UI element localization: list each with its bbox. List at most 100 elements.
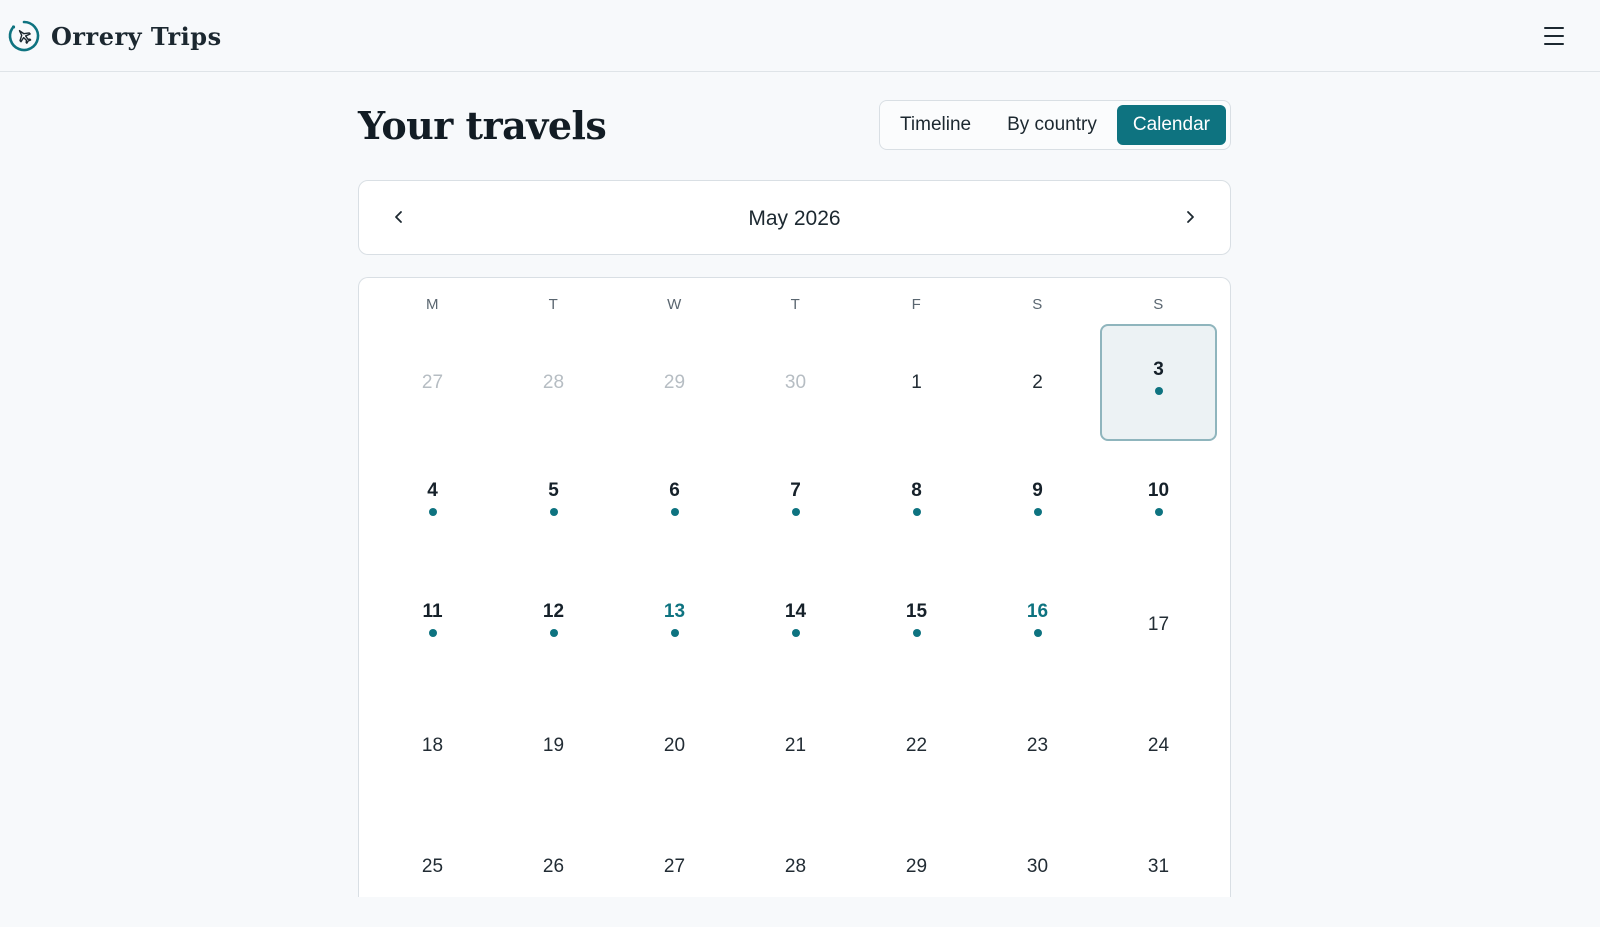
calendar-day[interactable]: 29 [616, 324, 733, 441]
calendar-day[interactable]: 22 [858, 687, 975, 804]
trip-indicator-dot [549, 507, 558, 516]
day-number: 12 [542, 600, 565, 622]
calendar-day[interactable]: 10 [1100, 445, 1217, 562]
day-number: 21 [784, 734, 807, 756]
day-number: 27 [421, 371, 444, 393]
day-number: 3 [1153, 358, 1164, 380]
weekday-label: S [1153, 295, 1164, 313]
day-number: 14 [784, 600, 807, 622]
day-number: 6 [669, 479, 680, 501]
calendar-day[interactable]: 14 [737, 566, 854, 683]
day-number: 1 [911, 371, 922, 393]
day-number: 26 [542, 855, 565, 877]
calendar-day[interactable]: 19 [495, 687, 612, 804]
calendar-day[interactable]: 27 [374, 324, 491, 441]
weekday-label: M [426, 295, 439, 313]
day-number: 15 [905, 600, 928, 622]
day-number: 23 [1026, 734, 1049, 756]
calendar-day[interactable]: 20 [616, 687, 733, 804]
weekday-label: T [548, 295, 559, 313]
weekday-label: F [911, 295, 922, 313]
calendar-day[interactable]: 15 [858, 566, 975, 683]
main-content: Your travels Timeline By country Calenda… [358, 100, 1231, 897]
trip-indicator-dot [670, 628, 679, 637]
menu-line [1544, 35, 1564, 37]
trip-indicator-dot [1154, 386, 1163, 395]
brand[interactable]: Orrery Trips [7, 18, 222, 54]
calendar-day[interactable]: 5 [495, 445, 612, 562]
trip-indicator-dot [428, 628, 437, 637]
day-number: 17 [1147, 613, 1170, 635]
day-number: 5 [548, 479, 559, 501]
day-number: 28 [784, 855, 807, 877]
trip-indicator-dot [428, 507, 437, 516]
top-navigation-bar: Orrery Trips [0, 0, 1600, 72]
calendar-day[interactable]: 16 [979, 566, 1096, 683]
calendar-day[interactable]: 8 [858, 445, 975, 562]
chevron-right-icon [1187, 211, 1194, 223]
day-number: 27 [663, 855, 686, 877]
day-number: 9 [1032, 479, 1043, 501]
menu-line [1544, 27, 1564, 29]
calendar-day[interactable]: 31 [1100, 808, 1217, 925]
page-title: Your travels [358, 103, 607, 148]
day-number: 24 [1147, 734, 1170, 756]
hamburger-menu-icon[interactable] [1544, 22, 1572, 50]
day-number: 10 [1147, 479, 1170, 501]
calendar-day[interactable]: 6 [616, 445, 733, 562]
day-number: 29 [663, 371, 686, 393]
day-number: 16 [1026, 600, 1049, 622]
calendar-day[interactable]: 17 [1100, 566, 1217, 683]
calendar-day-selected[interactable]: 3 [1100, 324, 1217, 441]
weekday-label: T [790, 295, 801, 313]
calendar-grid: M T W T F S S 27 28 29 30 1 2 3 4 5 6 7 8 9 10 11 12 13 1… [358, 277, 1231, 897]
calendar-day[interactable]: 1 [858, 324, 975, 441]
trip-indicator-dot [670, 507, 679, 516]
brand-name: Orrery Trips [51, 21, 222, 51]
calendar-day[interactable]: 24 [1100, 687, 1217, 804]
tab-calendar[interactable]: Calendar [1116, 105, 1226, 145]
calendar-day[interactable]: 11 [374, 566, 491, 683]
day-number: 28 [542, 371, 565, 393]
month-label: May 2026 [748, 207, 841, 230]
tab-by-country[interactable]: By country [991, 105, 1113, 145]
trip-indicator-dot [791, 628, 800, 637]
day-number: 11 [422, 600, 443, 622]
day-number: 20 [663, 734, 686, 756]
calendar-day[interactable]: 29 [858, 808, 975, 925]
calendar-day[interactable]: 12 [495, 566, 612, 683]
calendar-day[interactable]: 30 [979, 808, 1096, 925]
day-number: 19 [542, 734, 565, 756]
trip-indicator-dot [791, 507, 800, 516]
calendar-day[interactable]: 26 [495, 808, 612, 925]
calendar-day[interactable]: 9 [979, 445, 1096, 562]
day-number: 22 [905, 734, 928, 756]
tab-timeline[interactable]: Timeline [884, 105, 987, 145]
calendar-day[interactable]: 28 [495, 324, 612, 441]
day-number: 13 [663, 600, 686, 622]
calendar-day[interactable]: 2 [979, 324, 1096, 441]
calendar-day[interactable]: 18 [374, 687, 491, 804]
next-month-button[interactable] [1172, 199, 1208, 235]
calendar-day[interactable]: 13 [616, 566, 733, 683]
day-number: 31 [1147, 855, 1170, 877]
day-number: 4 [427, 479, 438, 501]
calendar-day[interactable]: 30 [737, 324, 854, 441]
calendar-day[interactable]: 7 [737, 445, 854, 562]
weekday-header-row: M T W T F S S [372, 278, 1217, 322]
day-number: 30 [1026, 855, 1049, 877]
calendar-day[interactable]: 4 [374, 445, 491, 562]
trip-indicator-dot [1154, 507, 1163, 516]
calendar-day[interactable]: 25 [374, 808, 491, 925]
orbit-plane-icon [8, 20, 40, 52]
calendar-day[interactable]: 21 [737, 687, 854, 804]
month-navigator: May 2026 [358, 180, 1231, 255]
calendar-day[interactable]: 28 [737, 808, 854, 925]
trip-indicator-dot [912, 628, 921, 637]
page-header: Your travels Timeline By country Calenda… [358, 100, 1231, 152]
calendar-day[interactable]: 23 [979, 687, 1096, 804]
calendar-day[interactable]: 27 [616, 808, 733, 925]
weekday-label: S [1032, 295, 1043, 313]
day-number: 8 [911, 479, 922, 501]
day-number: 18 [421, 734, 444, 756]
